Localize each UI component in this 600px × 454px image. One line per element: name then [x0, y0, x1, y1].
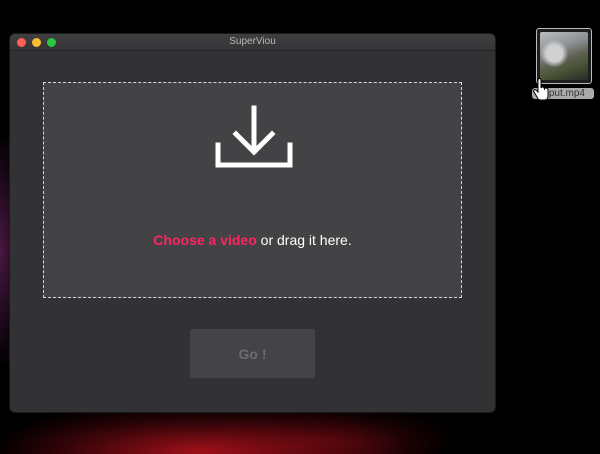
video-thumbnail-image	[540, 32, 588, 80]
window-title: SuperViou	[229, 36, 276, 47]
download-icon	[215, 105, 293, 168]
app-window: SuperViou Choose a video or drag it here…	[10, 34, 495, 412]
video-drop-zone[interactable]: Choose a video or drag it here.	[43, 82, 462, 298]
title-bar[interactable]: SuperViou	[10, 34, 495, 51]
drag-hint-text: or drag it here.	[256, 232, 352, 248]
hand-cursor-icon	[532, 78, 549, 101]
choose-video-link[interactable]: Choose a video	[153, 232, 256, 248]
dropzone-instructions: Choose a video or drag it here.	[44, 232, 461, 248]
video-file-thumbnail	[536, 28, 592, 84]
go-button[interactable]: Go !	[190, 329, 315, 378]
